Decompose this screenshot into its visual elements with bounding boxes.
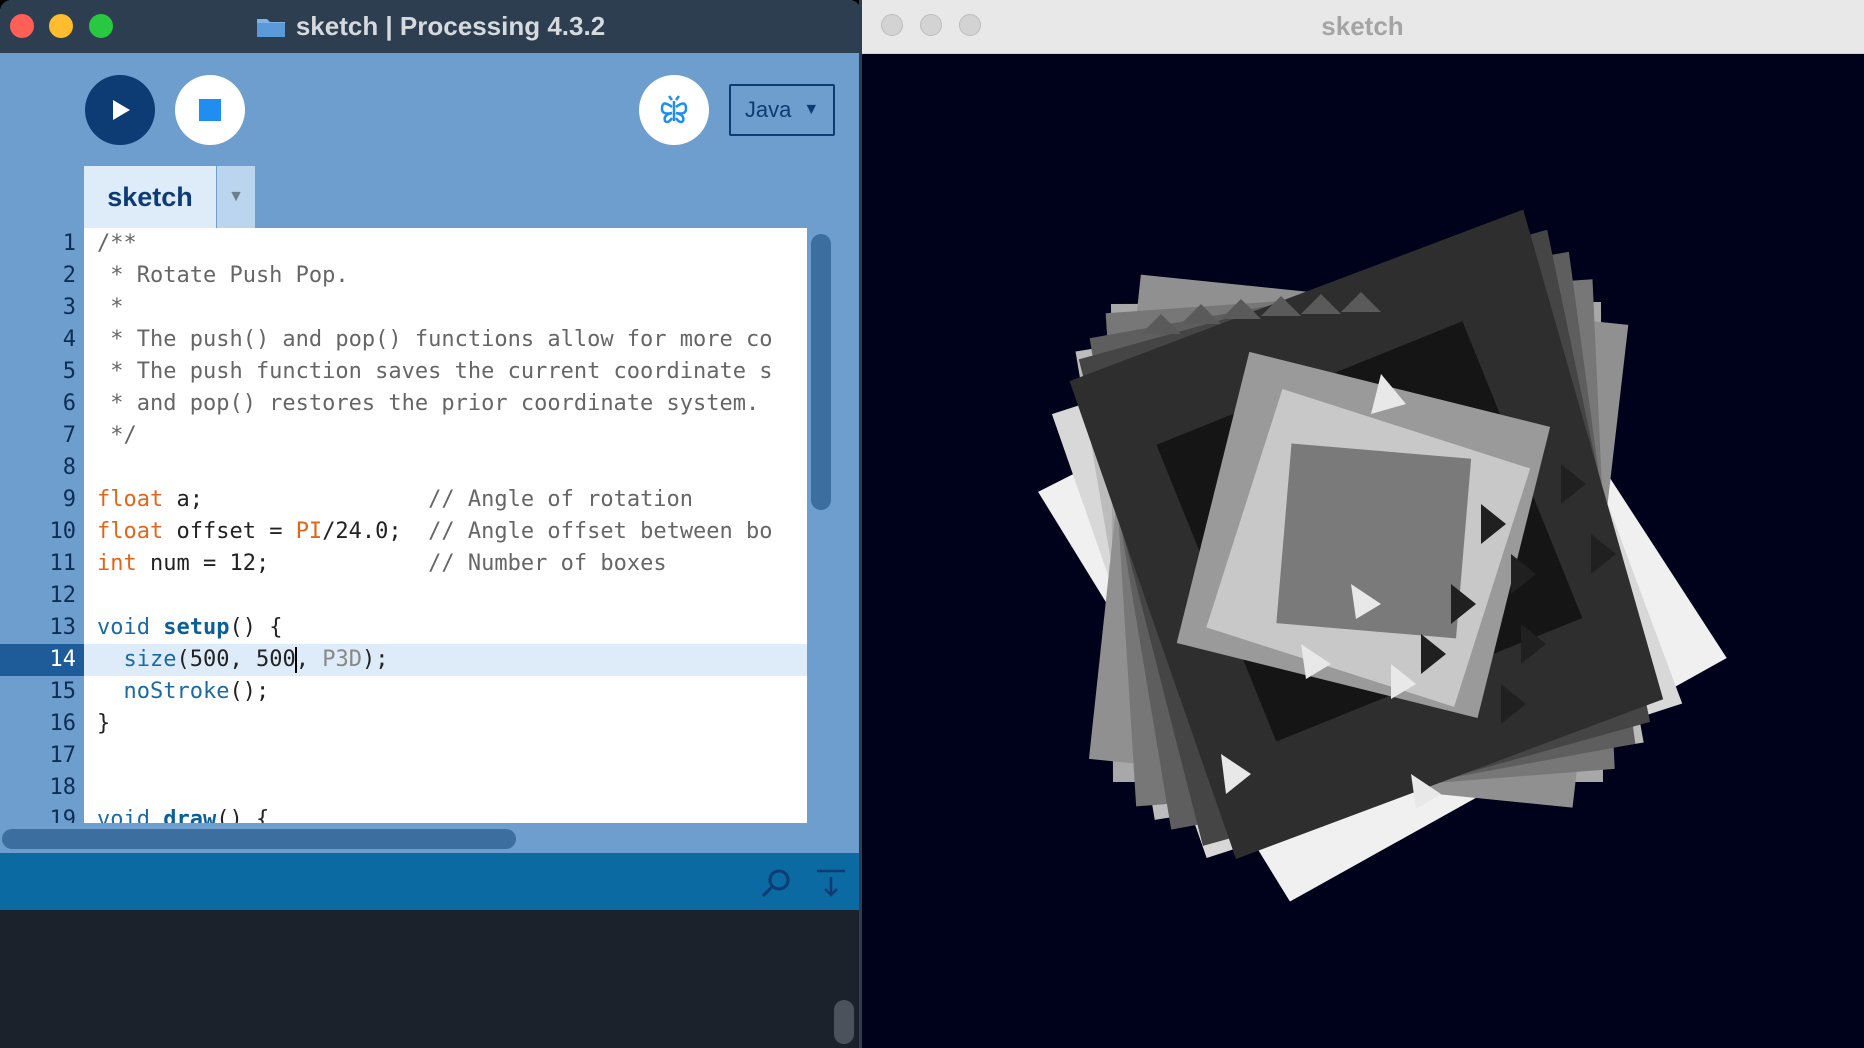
line-number: 6 (62, 391, 76, 416)
line-number: 7 (62, 423, 76, 448)
window-divider (859, 0, 862, 1048)
line-number: 5 (62, 359, 76, 384)
sketch-canvas[interactable] (861, 54, 1864, 1048)
collapse-console-icon[interactable] (815, 867, 847, 899)
line-number: 13 (49, 615, 77, 640)
line-number: 8 (62, 455, 76, 480)
mode-selector[interactable]: Java ▼ (729, 84, 835, 136)
tab-menu-button[interactable]: ▼ (217, 166, 255, 228)
code-line: } (97, 711, 111, 736)
active-line-number: 14 (0, 644, 84, 676)
code-line: * The push function saves the current co… (97, 359, 773, 384)
code-line: /** (97, 231, 137, 256)
line-number: 15 (49, 679, 77, 704)
code-line: int num = 12; // Number of boxes (97, 551, 667, 576)
console-scrollbar-thumb[interactable] (834, 1000, 854, 1044)
code-line: void draw() { (97, 807, 270, 823)
stop-button[interactable] (175, 75, 245, 145)
line-number: 4 (62, 327, 76, 352)
folder-icon (256, 16, 286, 38)
code-editor[interactable]: /** * Rotate Push Pop. * * The push() an… (84, 228, 807, 823)
line-number: 12 (49, 583, 77, 608)
debugger-butterfly-icon (660, 95, 688, 124)
search-icon[interactable] (760, 867, 792, 899)
line-number: 2 (62, 263, 76, 288)
code-line: noStroke(); (123, 679, 270, 704)
code-line: * Rotate Push Pop. (97, 263, 349, 288)
line-number: 3 (62, 295, 76, 320)
tab-sketch[interactable]: sketch (84, 166, 216, 228)
line-number: 16 (49, 711, 77, 736)
code-line: * The push() and pop() functions allow f… (97, 327, 773, 352)
stop-icon (199, 99, 221, 121)
window-title: sketch | Processing 4.3.2 (0, 0, 861, 53)
horizontal-scrollbar-thumb[interactable] (2, 829, 516, 849)
line-number: 1 (62, 231, 76, 256)
code-line: */ (97, 423, 137, 448)
mode-label: Java (744, 97, 792, 122)
line-number: 10 (49, 519, 77, 544)
line-number-gutter: 1 2 3 4 5 6 7 8 9 10 11 12 13 14 15 16 1… (0, 228, 84, 823)
window-title-text: sketch | Processing 4.3.2 (295, 11, 606, 41)
run-button[interactable] (85, 75, 155, 145)
sketch-output-window: sketch (861, 0, 1864, 1048)
status-bar (0, 853, 861, 910)
editor-right-margin (835, 228, 861, 853)
line-number: 11 (49, 551, 77, 576)
toolbar: Java ▼ (0, 53, 861, 165)
code-line: * (97, 295, 124, 320)
sketch-window-title: sketch (1321, 11, 1404, 41)
line-number: 9 (62, 487, 76, 512)
debugger-button[interactable] (639, 75, 709, 145)
code-line: float a; // Angle of rotation (97, 487, 694, 512)
code-line: * and pop() restores the prior coordinat… (97, 391, 760, 416)
line-number: 18 (49, 775, 77, 800)
line-number: 17 (49, 743, 77, 768)
vertical-scrollbar-thumb[interactable] (811, 234, 831, 510)
line-number: 19 (49, 807, 77, 823)
code-line: void setup() { (97, 615, 283, 640)
play-icon (113, 100, 130, 120)
processing-ide-window: sketch | Processing 4.3.2 Java ▼ sketch … (0, 0, 861, 1048)
console-area[interactable] (0, 910, 861, 1048)
code-line: float offset = PI/24.0; // Angle offset … (97, 519, 773, 544)
active-code-line: size(500, 500, P3D); (84, 644, 807, 676)
chevron-down-icon: ▼ (803, 101, 820, 118)
